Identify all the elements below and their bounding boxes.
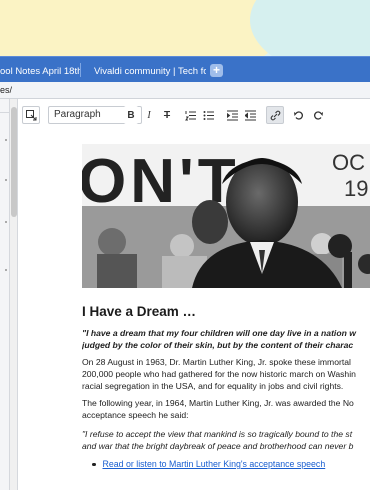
text-line: acceptance speech he said: bbox=[82, 410, 189, 420]
text-line: 200,000 people who had gathered for the … bbox=[82, 369, 356, 379]
undo-button[interactable] bbox=[290, 106, 306, 124]
notes-list-panel bbox=[0, 99, 10, 490]
redo-button[interactable] bbox=[310, 106, 326, 124]
insert-image-button[interactable] bbox=[22, 106, 40, 124]
photo-image: ON'T OC 19 bbox=[82, 144, 370, 288]
link-button[interactable] bbox=[266, 106, 284, 124]
editor-toolbar: Paragraph B I T bbox=[18, 104, 370, 126]
text-line: "I have a dream that my four children wi… bbox=[82, 328, 356, 338]
italic-button[interactable]: I bbox=[142, 106, 156, 124]
text-line: On 28 August in 1963, Dr. Martin Luther … bbox=[82, 357, 351, 367]
wallpaper-shape bbox=[0, 0, 290, 56]
image-icon bbox=[25, 109, 36, 120]
sign-text: OC bbox=[332, 150, 365, 175]
bold-button[interactable]: B bbox=[124, 106, 138, 124]
browser-tab-bar: ool Notes April 18th Vivaldi community |… bbox=[0, 56, 370, 82]
new-tab-button[interactable]: + bbox=[210, 64, 223, 77]
italic-icon: I bbox=[147, 109, 151, 121]
strikethrough-icon: T bbox=[163, 109, 171, 121]
redo-icon bbox=[313, 110, 323, 120]
text-line: "I refuse to accept the view that mankin… bbox=[82, 429, 353, 439]
nobel-quote: "I refuse to accept the view that mankin… bbox=[82, 428, 370, 452]
dream-quote: "I have a dream that my four children wi… bbox=[82, 327, 370, 351]
strikethrough-button[interactable]: T bbox=[160, 106, 174, 124]
history-paragraph: On 28 August in 1963, Dr. Martin Luther … bbox=[82, 356, 370, 392]
panel-item-marker bbox=[5, 221, 7, 223]
acceptance-speech-link[interactable]: Read or listen to Martin Luther King's a… bbox=[103, 459, 326, 469]
outdent-button[interactable] bbox=[242, 106, 258, 124]
panel-item-marker bbox=[5, 139, 7, 141]
block-format-value: Paragraph bbox=[54, 109, 101, 120]
tab-school-notes[interactable]: ool Notes April 18th bbox=[0, 60, 80, 83]
tab-label: Vivaldi community | Tech fo bbox=[94, 66, 206, 77]
address-text: es/ bbox=[0, 85, 13, 95]
bullet-list-icon bbox=[203, 110, 214, 120]
panel-item-marker bbox=[5, 179, 7, 181]
ordered-list-button[interactable] bbox=[182, 106, 198, 124]
wallpaper-shape bbox=[250, 0, 370, 56]
link-icon bbox=[270, 110, 280, 120]
desktop-wallpaper bbox=[0, 0, 370, 56]
note-document[interactable]: ON'T OC 19 I Have a Dream … "I have a dr… bbox=[18, 127, 370, 490]
panel-header bbox=[0, 99, 10, 113]
tab-vivaldi-community[interactable]: Vivaldi community | Tech fo bbox=[88, 60, 206, 83]
scrollbar-thumb[interactable] bbox=[11, 107, 17, 217]
list-item: Read or listen to Martin Luther King's a… bbox=[92, 458, 370, 470]
outdent-icon bbox=[244, 110, 256, 120]
address-bar[interactable]: es/ bbox=[0, 82, 370, 99]
text-line: racial segregation in the USA, and for e… bbox=[82, 381, 344, 391]
note-heading: I Have a Dream … bbox=[82, 304, 197, 319]
notes-list-scrollbar[interactable] bbox=[10, 99, 18, 490]
bullet-list-button[interactable] bbox=[200, 106, 216, 124]
indent-button[interactable] bbox=[224, 106, 240, 124]
ordered-list-icon bbox=[184, 110, 196, 120]
indent-icon bbox=[226, 110, 238, 120]
tab-divider bbox=[80, 63, 81, 77]
bullet-icon bbox=[92, 462, 96, 467]
text-line: judged by the color of their skin, but b… bbox=[82, 340, 354, 350]
notes-editor-app: Paragraph B I T ON'T OC 19 I Have a Drea… bbox=[0, 99, 370, 490]
nobel-paragraph: The following year, in 1964, Martin Luth… bbox=[82, 397, 370, 421]
text-line: and war that the bright daybreak of peac… bbox=[82, 441, 354, 451]
tab-label: ool Notes April 18th bbox=[0, 66, 80, 77]
text-line: The following year, in 1964, Martin Luth… bbox=[82, 398, 354, 408]
undo-icon bbox=[293, 110, 303, 120]
mlk-photo: ON'T OC 19 bbox=[82, 144, 370, 288]
bold-icon: B bbox=[127, 109, 135, 121]
sign-text: 19 bbox=[344, 176, 368, 201]
panel-item-marker bbox=[5, 269, 7, 271]
